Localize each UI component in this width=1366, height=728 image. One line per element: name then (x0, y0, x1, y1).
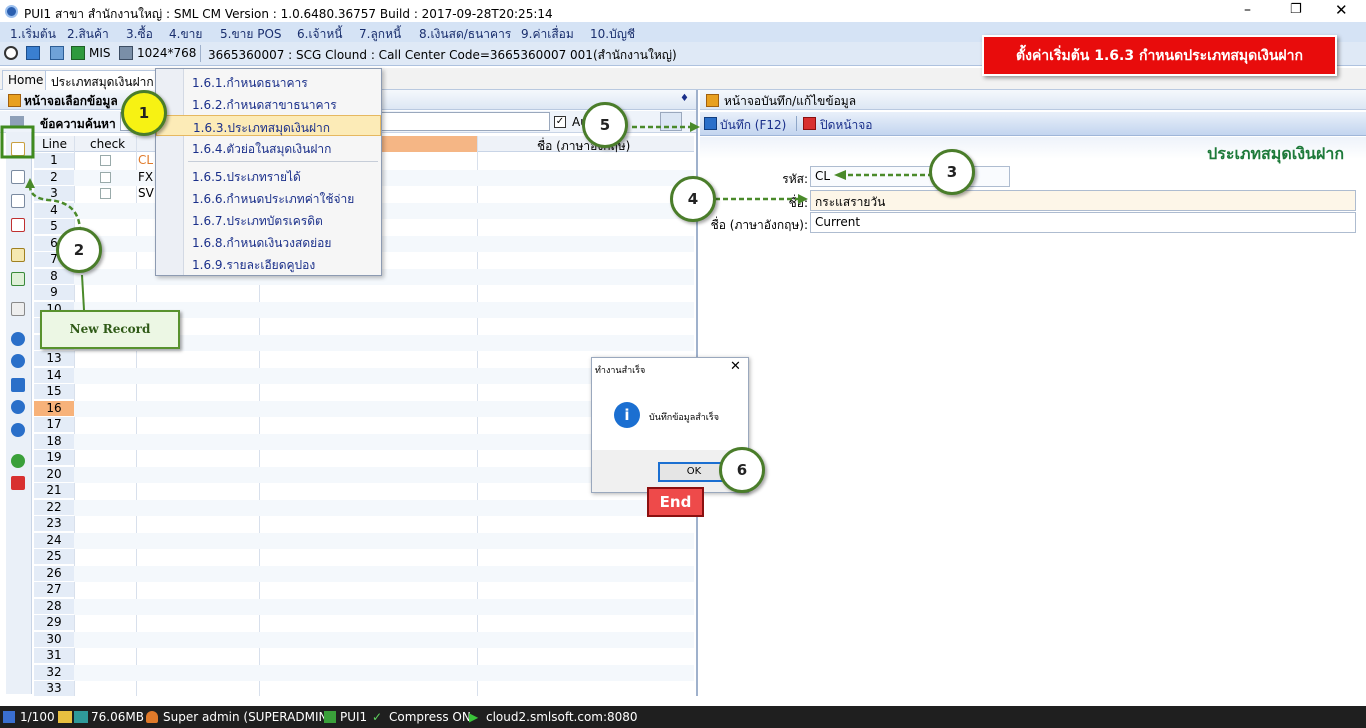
arrowhead-4 (798, 194, 808, 204)
step-marker-6: 6 (719, 447, 765, 493)
end-label: End (647, 487, 704, 517)
step-marker-2: 2 (56, 227, 102, 273)
new-record-callout: New Record (40, 310, 180, 349)
new-record-highlight (0, 125, 35, 159)
arrowhead-2 (25, 178, 35, 188)
arrow-step-2 (28, 185, 82, 233)
step-marker-5: 5 (582, 102, 628, 148)
callout-pointer (81, 274, 85, 311)
step-marker-4: 4 (670, 176, 716, 222)
arrowhead-5 (690, 122, 700, 132)
arrowhead-3 (834, 170, 846, 180)
step-marker-1: 1 (121, 90, 167, 136)
annotation-arrows (0, 122, 933, 311)
step-marker-3: 3 (929, 149, 975, 195)
